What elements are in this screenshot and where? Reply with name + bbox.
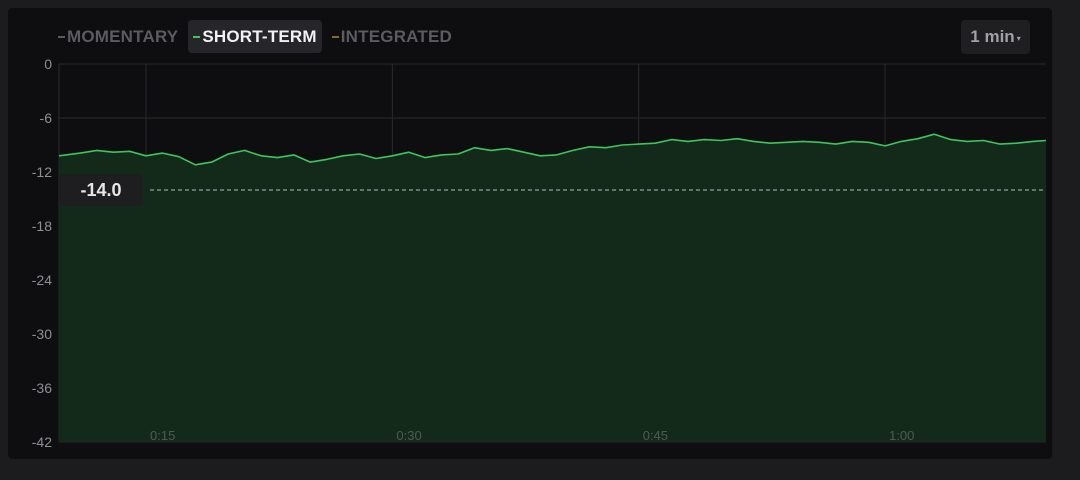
x-tick-label: 1:00 xyxy=(889,428,914,443)
x-tick-label: 0:45 xyxy=(643,428,668,443)
loudness-chart: 0 -6 -12 -18 -24 -30 -36 -42 0:15 0:30 0:45 1:00 xyxy=(32,56,1047,450)
y-tick-label: -36 xyxy=(32,380,52,396)
x-tick-label: 0:30 xyxy=(396,428,421,443)
y-axis-ticks: 0 -6 -12 -18 -24 -30 -36 -42 xyxy=(32,56,52,450)
target-level-label: -14.0 xyxy=(59,174,143,206)
y-tick-label: 0 xyxy=(44,56,52,72)
y-tick-label: -6 xyxy=(40,110,53,126)
y-tick-label: -12 xyxy=(32,164,52,180)
short-term-area xyxy=(59,134,1046,442)
y-tick-label: -18 xyxy=(32,218,52,234)
y-tick-label: -24 xyxy=(32,272,52,288)
y-tick-label: -30 xyxy=(32,326,52,342)
x-tick-label: 0:15 xyxy=(150,428,175,443)
y-tick-label: -42 xyxy=(32,434,52,450)
